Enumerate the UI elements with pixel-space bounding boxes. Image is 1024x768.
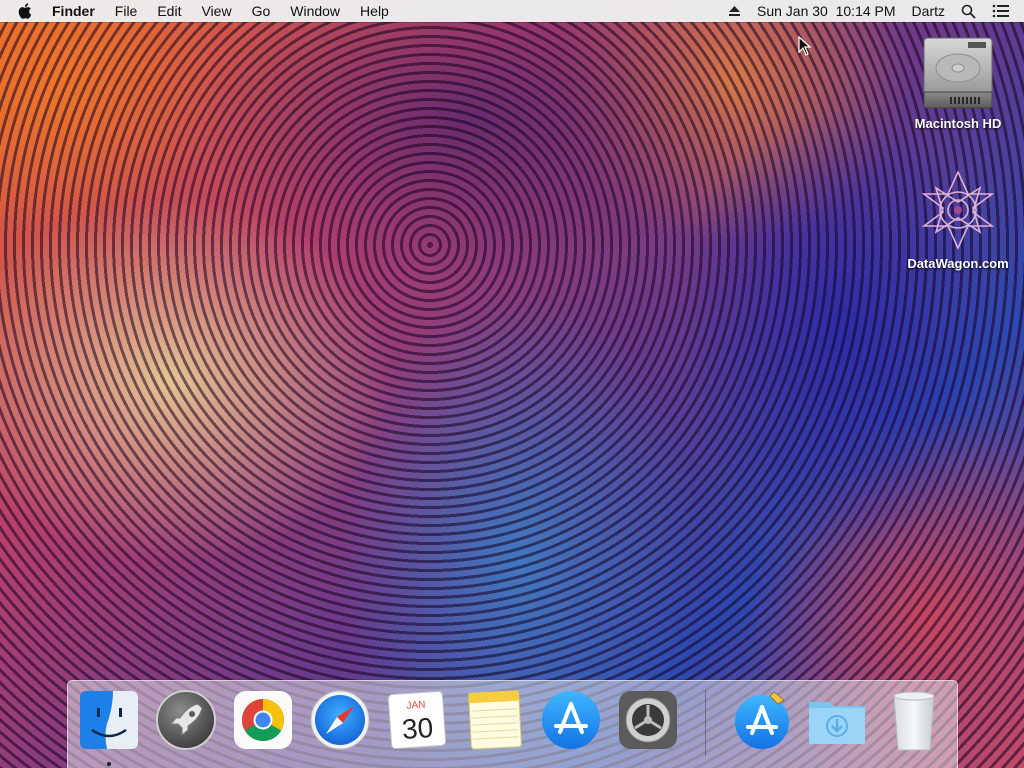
- dock-item-launchpad[interactable]: [154, 688, 218, 752]
- menubar-user[interactable]: Dartz: [904, 0, 953, 22]
- dock-item-calendar[interactable]: JAN 30: [385, 688, 449, 752]
- chrome-icon: [234, 691, 292, 749]
- dock-item-safari[interactable]: [308, 688, 372, 752]
- menu-go[interactable]: Go: [242, 0, 281, 22]
- menu-edit[interactable]: Edit: [147, 0, 191, 22]
- app-store-installer-icon: [735, 691, 789, 749]
- menu-bar: Finder File Edit View Go Window Help Sun…: [0, 0, 1024, 22]
- calendar-icon: JAN 30: [387, 690, 447, 750]
- trash-icon: [893, 691, 935, 751]
- menubar-clock[interactable]: Sun Jan 30 10:14 PM: [749, 0, 904, 22]
- dock-separator: [705, 690, 706, 756]
- notes-icon: [468, 690, 522, 750]
- finder-icon: [80, 691, 138, 749]
- mouse-pointer-icon: [798, 36, 812, 56]
- dock-item-app-store[interactable]: [539, 688, 603, 752]
- dock-item-app-store-installer[interactable]: [730, 688, 794, 752]
- desktop-icon-label: Macintosh HD: [914, 116, 1002, 131]
- desktop-icon-label: DataWagon.com: [907, 256, 1009, 271]
- launchpad-rocket-icon: [156, 690, 216, 750]
- running-indicator-finder: [107, 762, 111, 766]
- dock-item-system-preferences[interactable]: [616, 688, 680, 752]
- app-store-icon: [542, 691, 600, 749]
- dock-item-downloads[interactable]: [805, 688, 869, 752]
- spotlight-search-icon[interactable]: [953, 0, 984, 22]
- safari-compass-icon: [310, 690, 370, 750]
- apple-logo-icon[interactable]: [0, 3, 42, 19]
- menu-help[interactable]: Help: [350, 0, 399, 22]
- dock-item-notes[interactable]: [462, 688, 526, 752]
- app-menu-finder[interactable]: Finder: [42, 0, 105, 22]
- menu-file[interactable]: File: [105, 0, 148, 22]
- notification-center-icon[interactable]: [984, 0, 1024, 22]
- dock-item-finder[interactable]: [77, 688, 141, 752]
- desktop-icon-datawagon[interactable]: DataWagon.com: [903, 168, 1013, 271]
- eject-icon[interactable]: [720, 0, 749, 22]
- desktop-icon-macintosh-hd[interactable]: Macintosh HD: [903, 32, 1013, 131]
- menu-view[interactable]: View: [191, 0, 241, 22]
- menu-window[interactable]: Window: [280, 0, 350, 22]
- calendar-month: JAN: [406, 699, 426, 711]
- hard-drive-icon: [923, 37, 993, 109]
- downloads-folder-icon: [809, 702, 865, 744]
- datawagon-logo-icon: [921, 170, 995, 250]
- system-preferences-gear-icon: [619, 691, 677, 749]
- dock-item-chrome[interactable]: [231, 688, 295, 752]
- calendar-day: 30: [401, 712, 434, 745]
- dock-item-trash[interactable]: [882, 688, 946, 752]
- desktop-wallpaper: [0, 0, 1024, 768]
